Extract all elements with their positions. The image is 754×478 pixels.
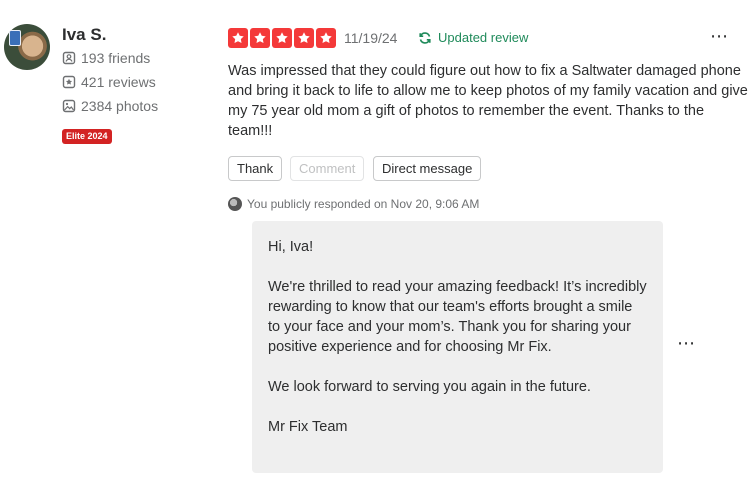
updated-review-link[interactable]: Updated review — [418, 30, 528, 45]
star-icon — [294, 28, 314, 48]
reviews-count: 421 reviews — [62, 74, 156, 90]
friends-label: 193 friends — [81, 50, 151, 66]
review-date: 11/19/24 — [344, 30, 398, 46]
star-rating — [228, 28, 336, 48]
owner-avatar — [228, 197, 242, 211]
friends-icon — [62, 51, 76, 65]
refresh-icon — [419, 31, 431, 44]
response-paragraph-2: We look forward to serving you again in … — [268, 379, 591, 395]
review-more-options-icon[interactable]: ⋯ — [710, 26, 729, 47]
response-more-options-icon[interactable]: ⋯ — [677, 333, 696, 354]
updated-review-label: Updated review — [438, 30, 529, 45]
photo-icon — [62, 99, 76, 113]
friends-count: 193 friends — [62, 50, 150, 66]
elite-badge[interactable]: Elite 2024 — [62, 129, 112, 144]
star-icon — [250, 28, 270, 48]
thank-button[interactable]: Thank — [228, 156, 283, 181]
review-star-icon — [62, 75, 76, 89]
owner-response-label: You publicly responded on Nov 20, 9:06 A… — [247, 197, 480, 211]
owner-response-header: You publicly responded on Nov 20, 9:06 A… — [228, 197, 479, 211]
user-name[interactable]: Iva S. — [62, 25, 106, 45]
star-icon — [272, 28, 292, 48]
user-avatar[interactable] — [4, 24, 50, 70]
photos-label: 2384 photos — [81, 98, 159, 114]
star-icon — [228, 28, 248, 48]
comment-button[interactable]: Comment — [290, 156, 364, 181]
reviews-label: 421 reviews — [81, 74, 156, 90]
star-icon — [316, 28, 336, 48]
response-signature: Mr Fix Team — [268, 419, 348, 435]
direct-message-button[interactable]: Direct message — [373, 156, 482, 181]
response-greeting: Hi, Iva! — [268, 239, 314, 255]
owner-response-text: Hi, Iva! We're thrilled to read your ama… — [268, 237, 648, 437]
photos-count: 2384 photos — [62, 98, 158, 114]
response-paragraph-1: We're thrilled to read your amazing feed… — [268, 279, 647, 355]
review-text: Was impressed that they could figure out… — [228, 63, 748, 139]
